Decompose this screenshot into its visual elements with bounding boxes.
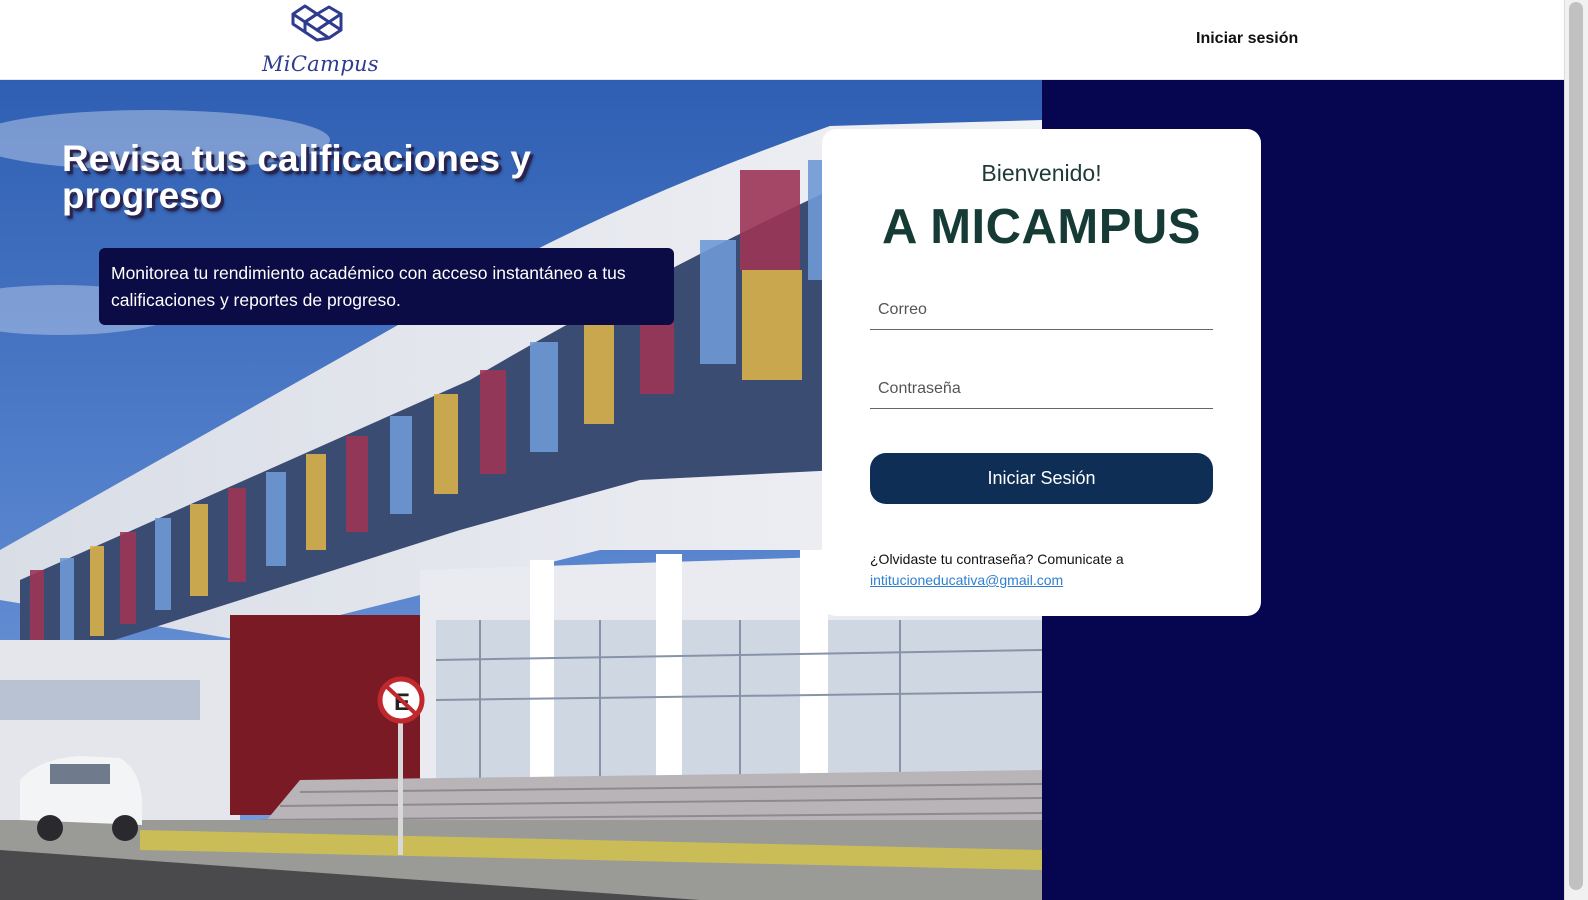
login-page: MiCampus Iniciar sesión Revisa tus calif…	[0, 0, 1588, 900]
login-button[interactable]: Iniciar Sesión	[870, 453, 1213, 504]
brand-name: MiCampus	[262, 52, 379, 76]
forgot-password-text: ¿Olvidaste tu contraseña? Comunicate a	[870, 551, 1124, 567]
scrollbar-thumb[interactable]	[1569, 2, 1583, 890]
top-navbar: MiCampus Iniciar sesión	[0, 0, 1564, 80]
login-title: A MICAMPUS	[882, 200, 1201, 254]
hero-description: Monitorea tu rendimiento académico con a…	[99, 248, 674, 325]
password-field[interactable]	[870, 369, 1213, 409]
cube-logo-icon	[291, 4, 343, 42]
brand-logo[interactable]: MiCampus	[262, 2, 379, 78]
welcome-text: Bienvenido!	[981, 160, 1102, 186]
page-scrollbar[interactable]	[1564, 0, 1588, 900]
forgot-password-note: ¿Olvidaste tu contraseña? Comunicate a i…	[870, 549, 1230, 591]
email-field[interactable]	[870, 290, 1213, 330]
contact-email-link[interactable]: intitucioneducativa@gmail.com	[870, 572, 1063, 588]
hero-title: Revisa tus calificaciones y progreso	[62, 138, 531, 216]
nav-login-link[interactable]: Iniciar sesión	[1196, 30, 1298, 48]
login-card: Bienvenido! A MICAMPUS Iniciar Sesión ¿O…	[822, 129, 1261, 616]
